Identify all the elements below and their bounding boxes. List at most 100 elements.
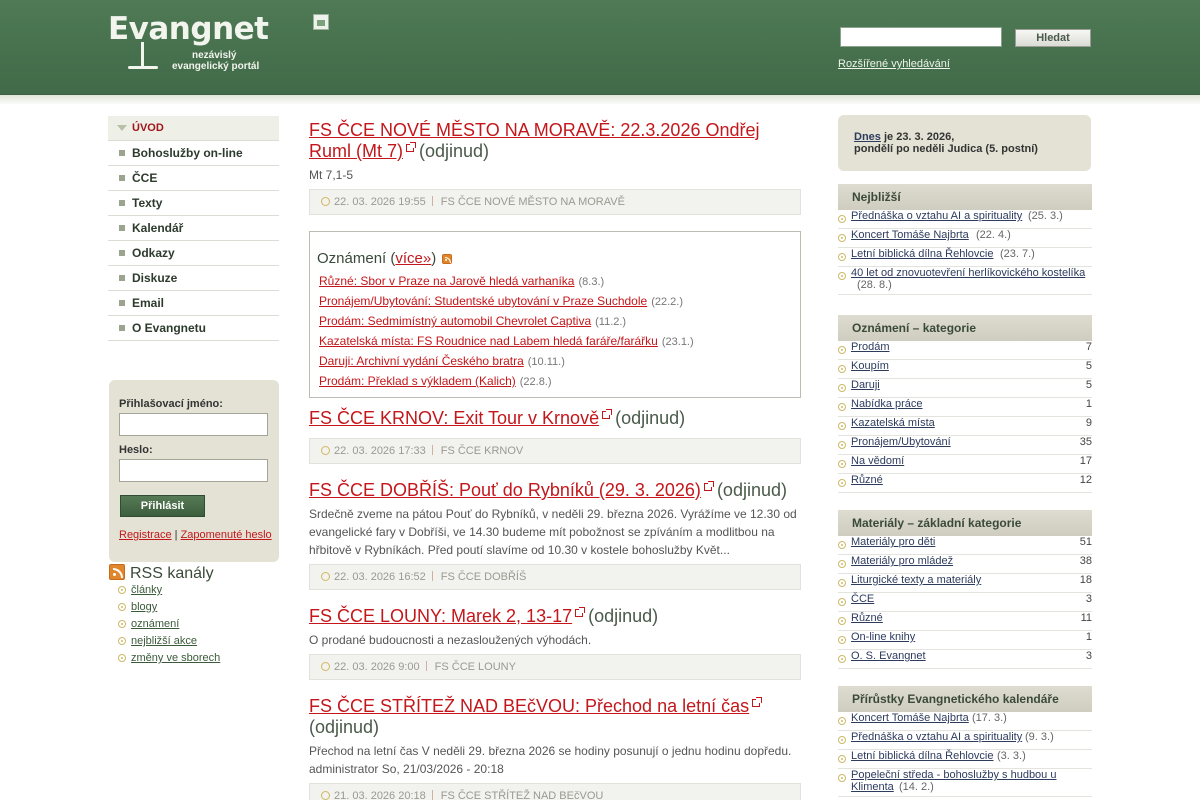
rss-link-clanky[interactable]: články	[118, 582, 220, 599]
rss-link-akce[interactable]: nejbližší akce	[118, 633, 220, 650]
announcement-item[interactable]: Pronájem/Ubytování: Studentské ubytování…	[319, 294, 683, 308]
rss-link-zmeny[interactable]: změny ve sborech	[118, 650, 220, 667]
article-title[interactable]: FS ČCE STŘÍTEŽ NAD BEčVOU: Přechod na le…	[309, 696, 779, 738]
clock-icon	[321, 197, 330, 206]
bullet-icon	[838, 636, 846, 644]
today-link[interactable]: Dnes	[854, 131, 881, 143]
password-label: Heslo:	[119, 444, 153, 456]
upcoming-item[interactable]: Přednáška o vztahu AI a spirituality (25.…	[838, 210, 1092, 229]
bullet-icon	[838, 479, 846, 487]
username-field[interactable]	[119, 413, 268, 436]
today-line-1: Dnes je 23. 3. 2026,	[854, 131, 1091, 143]
article-title[interactable]: FS ČCE LOUNY: Marek 2, 13-17 (odjinud)	[309, 606, 779, 627]
category-item[interactable]: Kazatelská místa 9	[838, 417, 1092, 436]
calendar-addition-link: Přednáška o vztahu AI a spirituality	[851, 731, 1023, 743]
article-source: FS ČCE DOBŘÍŠ	[440, 571, 527, 583]
clock-icon	[321, 572, 330, 581]
broken-image-icon	[313, 14, 329, 30]
materials-item[interactable]: On-line knihy 1	[838, 631, 1092, 650]
square-bullet-icon	[119, 200, 125, 206]
square-bullet-icon	[119, 225, 125, 231]
calendar-addition-item[interactable]: Letní biblická dílna Řehlovcie (3. 3.)	[838, 750, 1092, 769]
announcement-item[interactable]: Daruji: Archivní vydání Českého bratra (1…	[319, 354, 565, 368]
nav-item-uvod[interactable]: ÚVOD	[108, 116, 279, 141]
announcement-item[interactable]: Prodám: Sedmimístný automobil Chevrolet …	[319, 314, 626, 328]
category-item[interactable]: Koupím 5	[838, 360, 1092, 379]
password-field[interactable]	[119, 459, 268, 482]
rss-link-label: články	[131, 584, 163, 596]
article-title[interactable]: FS ČCE NOVÉ MĚSTO NA MORAVĚ: 22.3.2026 O…	[309, 120, 779, 162]
upcoming-link: Letní biblická dílna Řehlovcie	[851, 248, 994, 260]
search-button[interactable]: Hledat	[1015, 29, 1091, 47]
nav-item-o-evangnetu[interactable]: O Evangnetu	[108, 316, 279, 341]
upcoming-item[interactable]: Letní biblická dílna Řehlovcie (23. 7.)	[838, 248, 1092, 267]
advanced-search-link[interactable]: Rozšířené vyhledávání	[838, 58, 950, 70]
materials-link: O. S. Evangnet	[851, 650, 926, 662]
nav-item-texty[interactable]: Texty	[108, 191, 279, 216]
today-date: je 23. 3. 2026,	[883, 131, 955, 143]
upcoming-item[interactable]: 40 let od znovuotevření herlíkovického k…	[838, 267, 1092, 295]
nav-item-odkazy[interactable]: Odkazy	[108, 241, 279, 266]
login-button[interactable]: Přihlásit	[120, 495, 205, 517]
announcement-link: Různé: Sbor v Praze na Jarově hledá varh…	[319, 274, 575, 288]
rss-link-blogy[interactable]: blogy	[118, 599, 220, 616]
calendar-addition-item[interactable]: Přednáška o vztahu AI a spirituality (9. …	[838, 731, 1092, 750]
upcoming-heading: Nejbližší	[838, 184, 1092, 210]
article-meta: 22. 03. 2026 19:55 FS ČCE NOVÉ MĚSTO NA M…	[309, 189, 801, 215]
materials-item[interactable]: ČCE 3	[838, 593, 1092, 612]
announcement-item[interactable]: Různé: Sbor v Praze na Jarově hledá varh…	[319, 274, 604, 288]
article-teaser: Přechod na letní čas V neděli 29. března…	[309, 744, 792, 776]
materials-item[interactable]: Různé 11	[838, 612, 1092, 631]
rss-link-oznameni[interactable]: oznámení	[118, 616, 220, 633]
upcoming-date: (23. 7.)	[1000, 248, 1035, 260]
announcement-item[interactable]: Kazatelská místa: FS Roudnice nad Labem …	[319, 334, 694, 348]
login-links: Registrace | Zapomenuté heslo	[119, 529, 272, 541]
register-link[interactable]: Registrace	[119, 529, 172, 541]
materials-link: Materiály pro mládež	[851, 555, 954, 567]
search-input[interactable]	[840, 27, 1002, 47]
category-item[interactable]: Pronájem/Ubytování 35	[838, 436, 1092, 455]
more-link[interactable]: více»	[395, 250, 431, 267]
category-item[interactable]: Různé 12	[838, 474, 1092, 493]
category-item[interactable]: Nabídka práce 1	[838, 398, 1092, 417]
nav-item-cce[interactable]: ČCE	[108, 166, 279, 191]
article-date: 21. 03. 2026 20:18	[334, 790, 426, 800]
bullet-icon	[838, 253, 846, 261]
evangnet-logo[interactable]: Evangnet nezávislý evangelický portál	[108, 12, 283, 74]
materials-item[interactable]: Liturgické texty a materiály 18	[838, 574, 1092, 593]
article-source: FS ČCE KRNOV	[440, 445, 524, 457]
calendar-addition-item[interactable]: Popeleční středa - bohoslužby s hudbou u…	[838, 769, 1092, 797]
materials-item[interactable]: O. S. Evangnet 3	[838, 650, 1092, 669]
article-title[interactable]: FS ČCE DOBŘÍŠ: Pouť do Rybníků (29. 3. 2…	[309, 480, 801, 501]
nav-item-bohosluzby[interactable]: Bohoslužby on-line	[108, 141, 279, 166]
meta-separator	[431, 790, 433, 800]
calendar-addition-item[interactable]: Koncert Tomáše Najbrta (17. 3.)	[838, 712, 1092, 731]
calendar-addition-link: Popeleční středa - bohoslužby s hudbou u…	[851, 769, 1057, 793]
meta-separator	[431, 571, 433, 581]
category-link: Daruji	[851, 379, 880, 391]
category-item[interactable]: Na vědomí 17	[838, 455, 1092, 474]
upcoming-item[interactable]: Koncert Tomáše Najbrta (22. 4.)	[838, 229, 1092, 248]
calendar-addition-date: (14. 2.)	[899, 781, 934, 793]
article-title[interactable]: FS ČCE KRNOV: Exit Tour v Krnově (odjinu…	[309, 408, 779, 429]
nav-item-diskuze[interactable]: Diskuze	[108, 266, 279, 291]
category-count: 12	[1079, 474, 1092, 486]
materials-item[interactable]: Materiály pro děti 51	[838, 536, 1092, 555]
nav-item-kalendar[interactable]: Kalendář	[108, 216, 279, 241]
clock-icon	[321, 791, 330, 800]
rss-link-label: změny ve sborech	[131, 652, 221, 664]
materials-item[interactable]: Materiály pro mládež 38	[838, 555, 1092, 574]
article-title-text: FS ČCE DOBŘÍŠ: Pouť do Rybníků (29. 3. 2…	[309, 480, 701, 500]
forgot-password-link[interactable]: Zapomenuté heslo	[181, 529, 272, 541]
meta-separator	[425, 661, 427, 671]
announcement-link: Pronájem/Ubytování: Studentské ubytování…	[319, 294, 648, 308]
site-header: Evangnet nezávislý evangelický portál Hl…	[0, 0, 1200, 95]
category-item[interactable]: Daruji 5	[838, 379, 1092, 398]
category-count: 5	[1085, 379, 1092, 391]
rss-icon[interactable]	[442, 254, 453, 264]
category-item[interactable]: Prodám 7	[838, 341, 1092, 360]
nav-item-email[interactable]: Email	[108, 291, 279, 316]
announcement-item[interactable]: Prodám: Překlad s výkladem (Kalich) (22.8…	[319, 374, 552, 388]
bullet-icon	[118, 654, 126, 662]
article-source: FS ČCE LOUNY	[434, 661, 516, 673]
